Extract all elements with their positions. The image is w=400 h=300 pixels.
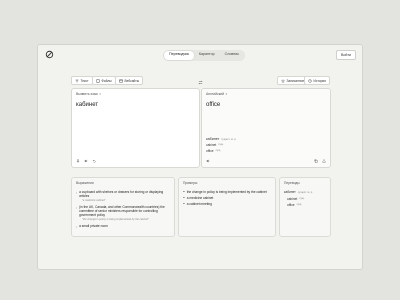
quote-icon: ❝ (183, 190, 185, 194)
definition-item: ◦ a small private room (76, 224, 170, 229)
source-language-label: Выявить язык (76, 92, 98, 96)
alt-pos: сущест. м. р. (221, 138, 237, 141)
example-text: the change in policy is being implemente… (186, 190, 267, 194)
translations-pos: сущест. м. р. (297, 191, 313, 194)
websites-mode-button[interactable]: Вебсайты (115, 76, 144, 85)
bullet-icon: ◦ (76, 205, 78, 210)
example-text: a cabinet meeting (186, 202, 212, 206)
tab-dictionary[interactable]: Словник (220, 51, 244, 60)
quote-icon: ❝ (183, 202, 185, 206)
definitions-title: Выражения (76, 181, 94, 185)
mic-icon[interactable] (76, 159, 80, 163)
mode-tabs: Переводчик Карантор Словник (163, 50, 245, 61)
target-actions-right (314, 159, 326, 163)
examples-card: Примеры ❝ the change in policy is being … (178, 177, 276, 237)
history-button[interactable]: История (304, 76, 330, 85)
text-icon (75, 79, 79, 82)
translation-note: сущ. (299, 197, 305, 200)
share-icon[interactable] (322, 159, 326, 163)
example-text: a medicine cabinet (186, 196, 214, 200)
definition-item: ◦ (in the UK, Canada, and other Commonwe… (76, 205, 170, 217)
translations-word: кабинет (284, 190, 296, 194)
alt-item[interactable]: cabinet сущ. (206, 143, 326, 147)
file-icon (96, 78, 100, 83)
source-panel: Выявить язык ▾ кабинет (71, 88, 200, 168)
source-language-select[interactable]: Выявить язык ▾ (76, 92, 101, 96)
example-item[interactable]: ❝ a cabinet meeting (183, 202, 271, 206)
logo-icon[interactable] (45, 50, 54, 59)
target-panel: Английский ▾ office кабинет сущест. м. р… (201, 88, 331, 168)
alt-item-note: сущ. (218, 143, 224, 146)
tab-translator[interactable]: Переводчик (164, 51, 194, 60)
chevron-down-icon: ▾ (225, 92, 228, 96)
copy-icon[interactable] (314, 159, 318, 163)
target-language-label: Английский (206, 92, 225, 96)
definition-example: "a medicine cabinet" (82, 199, 106, 202)
definition-text: (in the UK, Canada, and other Commonweal… (79, 205, 165, 217)
translations-heading: кабинет сущест. м. р. (284, 190, 326, 194)
translation-word: office (287, 203, 295, 207)
alt-word: кабинет (206, 137, 220, 141)
speaker-icon[interactable] (84, 159, 88, 163)
speaker-icon[interactable] (206, 159, 210, 163)
translation-item[interactable]: office сущ. (284, 203, 326, 207)
alternatives-block: кабинет сущест. м. р. cabinet сущ. offic… (206, 137, 326, 153)
saved-label: Записанное (286, 78, 305, 83)
translations-card: Переводы кабинет сущест. м. р. cabinet с… (279, 177, 331, 237)
text-mode-button[interactable]: Текст (71, 76, 93, 85)
files-mode-button[interactable]: Файлы (92, 76, 116, 85)
source-text-input[interactable]: кабинет (76, 102, 98, 108)
alt-heading: кабинет сущест. м. р. (206, 137, 326, 141)
alt-item-word: cabinet (206, 143, 217, 147)
history-icon (308, 78, 312, 83)
websites-mode-label: Вебсайты (124, 78, 140, 83)
files-mode-label: Файлы (101, 78, 112, 83)
login-button[interactable]: Войти (335, 50, 356, 60)
target-language-select[interactable]: Английский ▾ (206, 92, 227, 96)
examples-title: Примеры (183, 181, 198, 185)
chevron-down-icon: ▾ (99, 92, 101, 96)
example-item[interactable]: ❝ a medicine cabinet (183, 196, 271, 200)
definition-example: "the change in policy is being implement… (82, 218, 149, 221)
history-label: История (313, 78, 326, 83)
alt-item-word: office (206, 149, 214, 153)
definition-text: a small private room (79, 224, 108, 228)
bullet-icon: ◦ (76, 190, 78, 195)
definition-text: a cupboard with shelves or drawers for s… (79, 190, 164, 198)
translation-word: cabinet (287, 197, 298, 201)
quote-icon: ❝ (183, 196, 185, 200)
alt-item-note: сущ. (215, 149, 222, 152)
alt-item[interactable]: office сущ. (206, 149, 326, 153)
undo-icon[interactable] (92, 159, 96, 163)
tab-corrector[interactable]: Карантор (194, 51, 220, 60)
definition-item: ◦ a cupboard with shelves or drawers for… (76, 190, 170, 198)
definitions-card: Выражения ◦ a cupboard with shelves or d… (71, 177, 175, 237)
text-mode-label: Текст (80, 78, 89, 83)
bullet-icon: ◦ (76, 224, 78, 229)
translations-title: Переводы (284, 181, 300, 185)
app-window: Переводчик Карантор Словник Войти Текст … (37, 44, 363, 270)
translation-output: office (206, 102, 221, 108)
translation-note: сущ. (296, 203, 303, 206)
target-actions-left (206, 159, 210, 163)
web-icon (119, 79, 123, 82)
swap-icon[interactable] (198, 80, 203, 85)
example-item[interactable]: ❝ the change in policy is being implemen… (183, 190, 271, 194)
source-actions (76, 159, 96, 163)
star-icon (281, 78, 285, 83)
translation-item[interactable]: cabinet сущ. (284, 197, 326, 201)
